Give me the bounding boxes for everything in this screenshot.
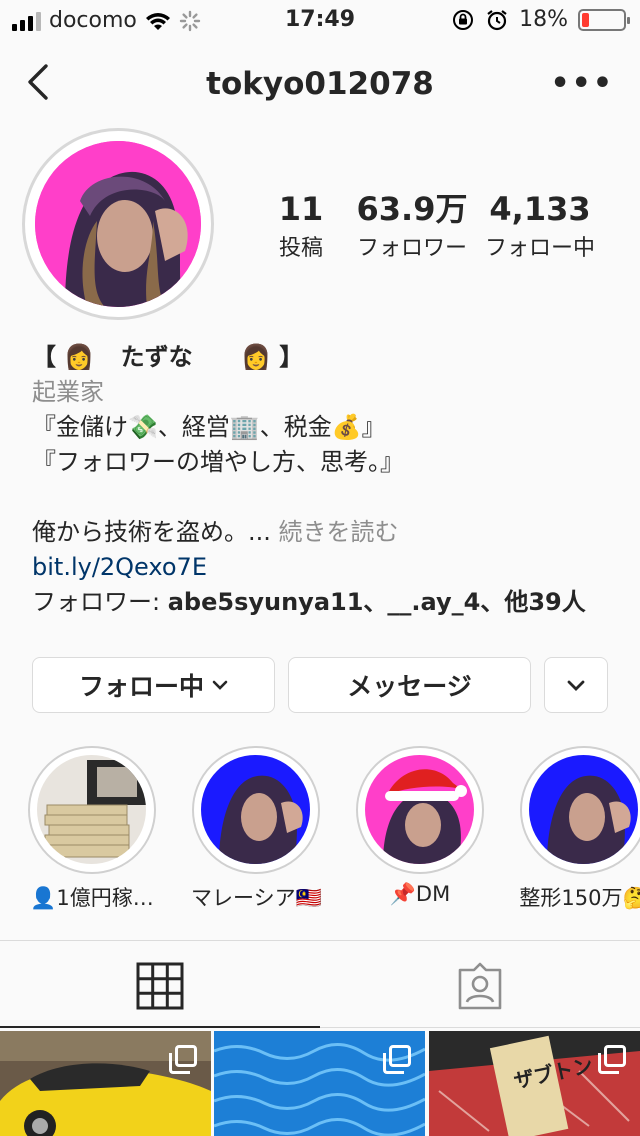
post-thumbnail[interactable] [0, 1031, 211, 1136]
profile-avatar[interactable] [22, 128, 214, 320]
followers-stat[interactable]: 63.9万 フォロワー [342, 190, 482, 262]
avatar [35, 141, 201, 307]
bio-line-2: 『フォロワーの増やし方、思考。』 [32, 448, 404, 476]
divider [0, 940, 640, 941]
display-name: 【 👩 たずな 👩 】 [32, 343, 304, 371]
following-stat[interactable]: 4,133 フォロー中 [482, 190, 598, 262]
followers-count: 63.9万 [356, 190, 468, 228]
story-highlight[interactable]: 📌DM [355, 746, 485, 907]
person-emoji-icon: 👩 [240, 343, 271, 371]
alarm-icon [487, 9, 507, 30]
following-count: 4,133 [489, 190, 591, 228]
battery-percent: 18% [519, 7, 568, 32]
following-button[interactable]: フォロー中 [32, 657, 275, 713]
story-highlight[interactable]: 整形150万🤔 [519, 746, 640, 912]
highlight-label: 整形150万🤔 [519, 886, 640, 910]
highlight-santa-image [365, 755, 474, 864]
story-highlight[interactable]: マレーシア🇲🇾 [191, 746, 322, 912]
posts-label: 投稿 [278, 236, 323, 261]
highlight-cash-image [37, 755, 146, 864]
person-emoji-icon: 👩 [64, 343, 95, 371]
grid-view-icon[interactable] [136, 962, 184, 1010]
profile-header: tokyo012078 ••• [0, 56, 640, 112]
display-name-text: たずな [120, 343, 193, 371]
profile-bio: 【 👩 たずな 👩 】 起業家 『金儲け💸、経営🏢、税金💰』 『フォロワーの増や… [32, 340, 632, 620]
tagged-photos-icon[interactable] [456, 962, 504, 1010]
post-thumbnail[interactable] [214, 1031, 425, 1136]
divider [320, 1027, 640, 1028]
suggested-dropdown-button[interactable] [544, 657, 608, 713]
posts-stat[interactable]: 11 投稿 [260, 190, 342, 262]
highlight-woman-blue-image [529, 755, 638, 864]
highlight-label: 📌DM [389, 882, 451, 906]
chevron-down-icon [212, 680, 228, 690]
highlight-woman-blue-image [201, 755, 310, 864]
post-thumbnail[interactable]: ザブトン [429, 1031, 640, 1136]
more-dots-icon[interactable]: ••• [550, 66, 614, 101]
office-building-icon: 🏢 [229, 413, 260, 441]
posts-count: 11 [278, 190, 324, 228]
orientation-lock-icon [453, 9, 474, 30]
battery-icon [578, 8, 630, 31]
status-bar: docomo 17:49 18% [0, 0, 640, 40]
profile-stats: 11 投稿 63.9万 フォロワー 4,133 フォロー中 [260, 190, 620, 262]
followers-label: フォロワー [356, 236, 467, 261]
bio-link[interactable]: bit.ly/2Qexo7E [32, 550, 632, 585]
message-button[interactable]: メッセージ [288, 657, 531, 713]
multiple-photos-icon [598, 1045, 626, 1074]
username-title: tokyo012078 [206, 66, 434, 102]
highlight-label: マレーシア🇲🇾 [191, 886, 322, 910]
story-highlight[interactable]: 👤1億円稼… [27, 746, 157, 912]
bio-line-3: 俺から技術を盗め。... 続きを読む [32, 518, 399, 546]
bio-line-1: 『金儲け💸、経営🏢、税金💰』 [32, 413, 386, 441]
chevron-down-icon [567, 680, 585, 691]
multiple-photos-icon [383, 1045, 411, 1074]
followed-by[interactable]: フォロワー: abe5syunya11、__.ay_4、他39人 [32, 585, 632, 620]
money-bag-icon: 💰 [331, 413, 362, 441]
money-wings-icon: 💸 [128, 413, 158, 441]
read-more-link[interactable]: 続きを読む [279, 518, 399, 546]
following-label: フォロー中 [484, 236, 595, 261]
category-label: 起業家 [32, 378, 104, 406]
multiple-photos-icon [169, 1045, 197, 1074]
active-tab-indicator [0, 1026, 320, 1028]
highlight-label: 👤1億円稼… [30, 886, 154, 910]
